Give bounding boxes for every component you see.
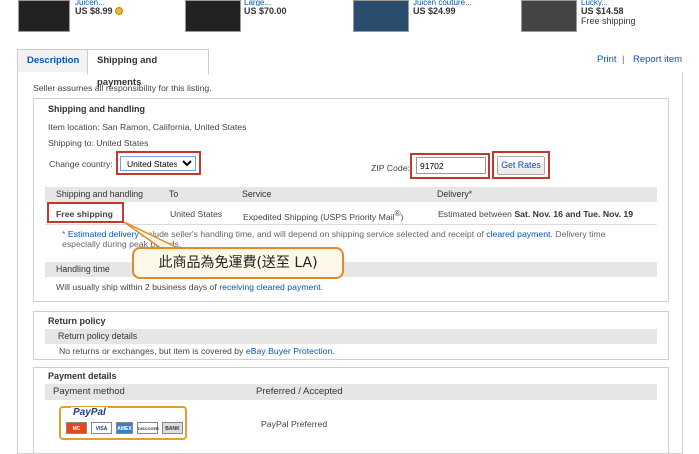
payment-method-col: Payment method [53,386,125,397]
print-link[interactable]: Print [597,54,617,65]
handling-time-title: Handling time [56,264,110,274]
ebay-buyer-protection-link[interactable]: eBay Buyer Protection [246,346,332,356]
product-thumbnail[interactable] [18,0,70,32]
shipping-table-header: Shipping and handling To Service Deliver… [45,187,657,202]
paypal-logo: PayPal [71,407,108,418]
get-rates-highlight-box [492,151,550,179]
payment-table-header: Payment method Preferred / Accepted [45,384,657,400]
action-separator: | [622,54,625,65]
tab-shipping-and-payments[interactable]: Shipping and payments [87,49,209,88]
payment-details-title: Payment details [48,371,117,381]
amex-icon: AMEX [116,422,133,434]
handling-time-text: Will usually ship within 2 business days… [56,282,324,292]
item-location: Item location: San Ramon, California, Un… [48,122,247,132]
product-thumbnail[interactable] [353,0,409,32]
annotation-callout: 此商品為免運費(送至 LA) [132,247,344,279]
product-price: US $14.58 [581,6,624,16]
shipping-section-title: Shipping and handling [48,104,145,114]
product-free-shipping: Free shipping [581,16,636,26]
col-service: Service [242,189,272,199]
paypal-badge: PayPal MC VISA AMEX DISCOVER BANK [59,406,187,440]
shipping-service: Expedited Shipping (USPS Priority Mail®) [243,209,404,222]
product-thumbnail[interactable] [521,0,577,32]
delivery-estimate: Estimated between Sat. Nov. 16 and Tue. … [438,209,634,219]
coin-icon [114,7,123,15]
col-to: To [169,189,179,199]
cleared-payment-link[interactable]: cleared payment [486,229,550,239]
report-item-link[interactable]: Report item [633,54,682,65]
preferred-accepted-col: Preferred / Accepted [256,386,343,397]
col-shipping-handling: Shipping and handling [56,189,144,199]
mastercard-icon: MC [66,422,87,434]
return-policy-title: Return policy [48,316,106,326]
shipping-destination: United States [170,209,223,219]
col-delivery: Delivery* [437,189,473,199]
free-shipping-highlight-box [47,202,124,223]
country-highlight-box [116,151,201,175]
paypal-preferred: PayPal Preferred [261,419,328,429]
change-country-label: Change country: [49,159,113,169]
product-price: US $70.00 [244,6,287,16]
visa-icon: VISA [91,422,112,434]
product-thumbnail[interactable] [185,0,241,32]
product-price: US $24.99 [413,6,456,16]
discover-icon: DISCOVER [137,422,159,434]
return-policy-details: Return policy details [58,331,138,341]
bank-icon: BANK [162,422,183,434]
shipping-to: Shipping to: United States [48,138,149,148]
zip-highlight-box [410,153,490,179]
receiving-cleared-payment-link[interactable]: receiving cleared payment [219,282,320,292]
tab-description[interactable]: Description [17,49,88,73]
product-price: US $8.99 [75,6,123,16]
return-policy-text: No returns or exchanges, but item is cov… [59,346,335,356]
zip-code-label: ZIP Code: [371,163,410,173]
return-policy-header: Return policy details [45,329,657,344]
